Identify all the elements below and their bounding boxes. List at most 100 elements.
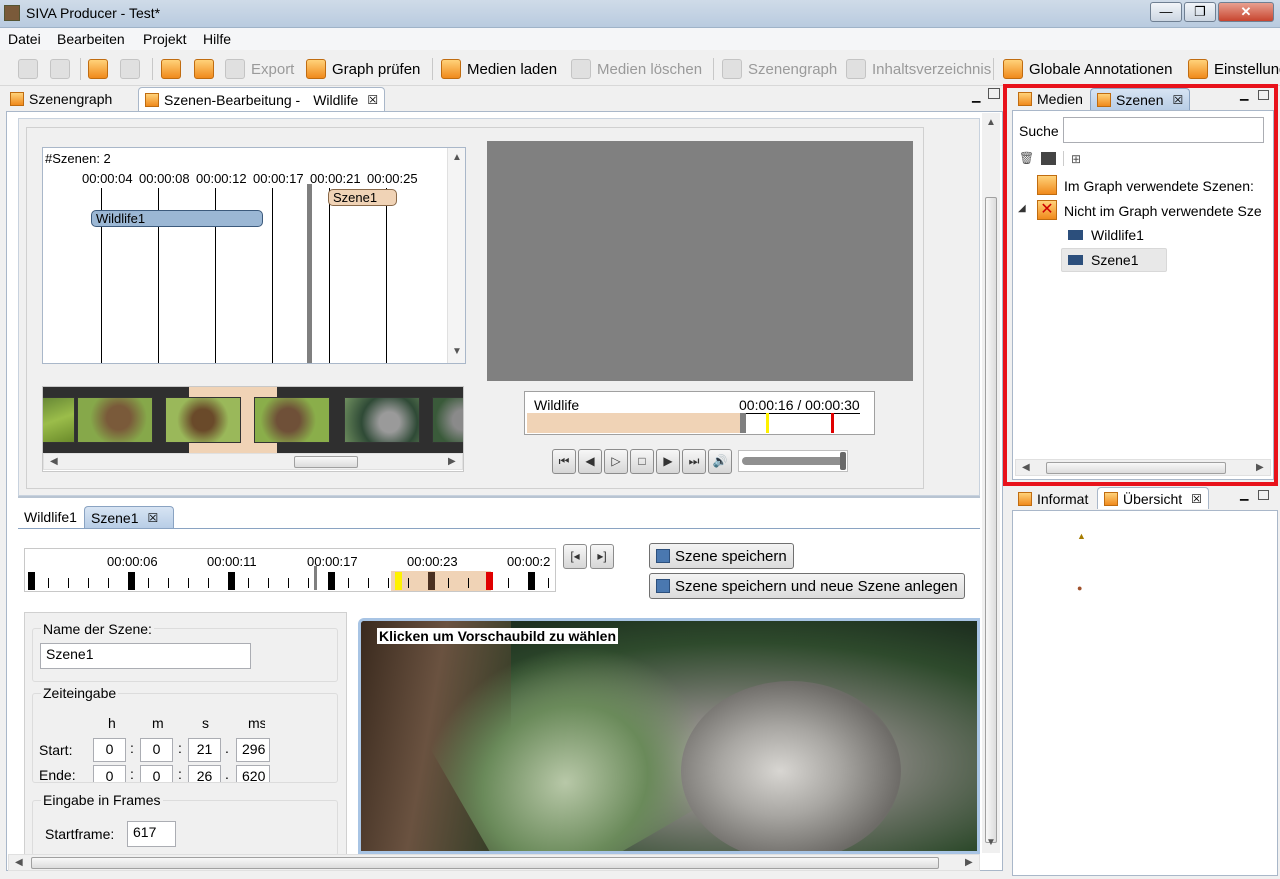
scroll-right-icon[interactable]: ▶ [965, 857, 973, 868]
splitter[interactable] [18, 496, 980, 498]
redo-icon[interactable] [120, 57, 140, 81]
set-start-button[interactable]: [◂ [563, 544, 587, 569]
save-all-icon[interactable] [50, 57, 70, 81]
tab-szene1[interactable]: Szene1 ☒ [84, 506, 174, 528]
filmstrip-scrollbar[interactable]: ◀ ▶ [43, 453, 463, 470]
export-button[interactable]: Export [225, 57, 294, 81]
scene-detail-timeline[interactable]: 00:00:06 00:00:11 00:00:17 00:00:23 00:0… [24, 548, 556, 592]
first-frame-button[interactable]: ⏮ [552, 449, 576, 474]
save-new-scene-button[interactable]: Szene speichern und neue Szene anlegen [649, 573, 965, 599]
medien-laden-button[interactable]: Medien laden [441, 57, 557, 81]
einstellungen-button[interactable]: Einstellung [1188, 57, 1280, 81]
scroll-left-icon[interactable]: ◀ [15, 857, 23, 868]
graph-node-icon[interactable]: ⊞ [1071, 152, 1081, 166]
close-tab-icon[interactable]: ☒ [1191, 492, 1202, 506]
save-icon[interactable] [161, 57, 181, 81]
maximize-view-icon[interactable] [1258, 490, 1269, 500]
prev-frame-button[interactable]: ◀ [578, 449, 602, 474]
filmstrip[interactable]: ◀ ▶ [42, 386, 464, 472]
video-preview[interactable] [487, 141, 913, 381]
tab-uebersicht[interactable]: Übersicht ☒ [1097, 487, 1209, 509]
start-m-input[interactable]: 0 [140, 738, 173, 762]
minimize-view-icon[interactable]: ▁ [1240, 88, 1248, 101]
minimize-view-icon[interactable]: ▁ [972, 90, 980, 103]
tab-szenengraph[interactable]: Szenengraph [4, 88, 118, 110]
clapper-icon[interactable] [1041, 152, 1056, 165]
tab-szenen[interactable]: Szenen ☒ [1090, 88, 1191, 110]
tree-used-scenes[interactable]: Im Graph verwendete Szenen: [1064, 178, 1254, 194]
last-frame-button[interactable]: ⏭ [682, 449, 706, 474]
scroll-thumb[interactable] [985, 197, 997, 843]
tab-szenen-bearbeitung[interactable]: Szenen-Bearbeitung - Wildlife ☒ [138, 87, 386, 111]
tree-hscrollbar[interactable]: ◀ ▶ [1015, 459, 1271, 476]
menu-projekt[interactable]: Projekt [143, 31, 187, 47]
new-icon[interactable] [18, 57, 38, 81]
medien-loeschen-button[interactable]: Medien löschen [571, 57, 702, 81]
end-s-input[interactable]: 26 [188, 765, 221, 782]
menu-datei[interactable]: Datei [8, 31, 41, 47]
timeline-scrollbar[interactable]: ▲ ▼ [447, 148, 465, 363]
editor-hscrollbar[interactable]: ◀ ▶ [8, 854, 980, 871]
scene-start-handle[interactable] [395, 572, 402, 590]
volume-slider[interactable] [738, 450, 848, 472]
tree-unused-scenes[interactable]: Nicht im Graph verwendete Sze [1064, 203, 1274, 219]
szenengraph-button[interactable]: Szenengraph [722, 57, 837, 81]
close-tab-icon[interactable]: ☒ [147, 511, 158, 525]
globale-annotationen-button[interactable]: Globale Annotationen [1003, 57, 1172, 81]
scroll-thumb[interactable] [1046, 462, 1226, 474]
undo-icon[interactable] [88, 57, 108, 81]
scroll-thumb[interactable] [31, 857, 939, 869]
save-as-icon[interactable] [194, 57, 214, 81]
delete-icon[interactable]: 🗑 [1019, 151, 1034, 165]
maximize-button[interactable]: ❐ [1184, 2, 1216, 22]
scene-name-input[interactable]: Szene1 [40, 643, 251, 669]
menu-bearbeiten[interactable]: Bearbeiten [57, 31, 125, 47]
set-end-button[interactable]: ▸] [590, 544, 614, 569]
scene-bar-szene1[interactable]: Szene1 [328, 189, 397, 206]
minimize-view-icon[interactable]: ▁ [1240, 488, 1248, 501]
end-ms-input[interactable]: 620 [236, 765, 270, 782]
startframe-input[interactable]: 617 [127, 821, 176, 847]
scroll-thumb[interactable] [294, 456, 358, 468]
scroll-down-icon[interactable]: ▼ [452, 346, 462, 357]
start-s-input[interactable]: 21 [188, 738, 221, 762]
scroll-left-icon[interactable]: ◀ [1022, 462, 1030, 473]
close-button[interactable]: ✕ [1218, 2, 1274, 22]
thumbnail-preview[interactable]: Klicken um Vorschaubild zu wählen [358, 618, 980, 854]
maximize-view-icon[interactable] [988, 88, 1000, 99]
scroll-down-icon[interactable]: ▼ [986, 837, 996, 848]
close-tab-icon[interactable]: ☒ [1172, 93, 1183, 107]
close-tab-icon[interactable]: ☒ [367, 93, 378, 107]
minimize-button[interactable]: — [1150, 2, 1182, 22]
end-m-input[interactable]: 0 [140, 765, 173, 782]
tab-medien[interactable]: Medien [1012, 88, 1089, 110]
search-input[interactable] [1063, 117, 1264, 143]
scene-end-handle[interactable] [486, 572, 493, 590]
tab-information[interactable]: Informat [1012, 488, 1094, 510]
progress-knob[interactable] [739, 413, 746, 433]
scroll-right-icon[interactable]: ▶ [1256, 462, 1264, 473]
end-h-input[interactable]: 0 [93, 765, 126, 782]
scroll-up-icon[interactable]: ▲ [986, 117, 996, 128]
play-button[interactable]: ▷ [604, 449, 628, 474]
graph-pruefen-button[interactable]: Graph prüfen [306, 57, 420, 81]
scroll-left-icon[interactable]: ◀ [50, 456, 58, 467]
volume-knob[interactable] [840, 452, 846, 470]
expand-arrow-icon[interactable]: ◢ [1018, 203, 1026, 214]
next-frame-button[interactable]: ▶ [656, 449, 680, 474]
scene-timeline[interactable]: #Szenen: 2 00:00:04 00:00:08 00:00:12 00… [42, 147, 466, 364]
editor-vscrollbar[interactable]: ▲ ▼ [982, 113, 1000, 853]
scroll-up-icon[interactable]: ▲ [452, 152, 462, 163]
stop-button[interactable]: □ [630, 449, 654, 474]
playhead[interactable] [307, 184, 312, 363]
tree-item-wildlife1[interactable]: Wildlife1 [1091, 227, 1144, 243]
maximize-view-icon[interactable] [1258, 90, 1269, 100]
scroll-right-icon[interactable]: ▶ [448, 456, 456, 467]
inhaltsverzeichnis-button[interactable]: Inhaltsverzeichnis [846, 57, 991, 81]
scene-playhead[interactable] [314, 566, 317, 590]
scene-bar-wildlife1[interactable]: Wildlife1 [91, 210, 263, 227]
player-progress[interactable]: Wildlife 00:00:16 / 00:00:30 [524, 391, 875, 435]
volume-button[interactable]: 🔊 [708, 449, 732, 474]
menu-hilfe[interactable]: Hilfe [203, 31, 231, 47]
tree-item-szene1[interactable]: Szene1 [1091, 252, 1138, 268]
